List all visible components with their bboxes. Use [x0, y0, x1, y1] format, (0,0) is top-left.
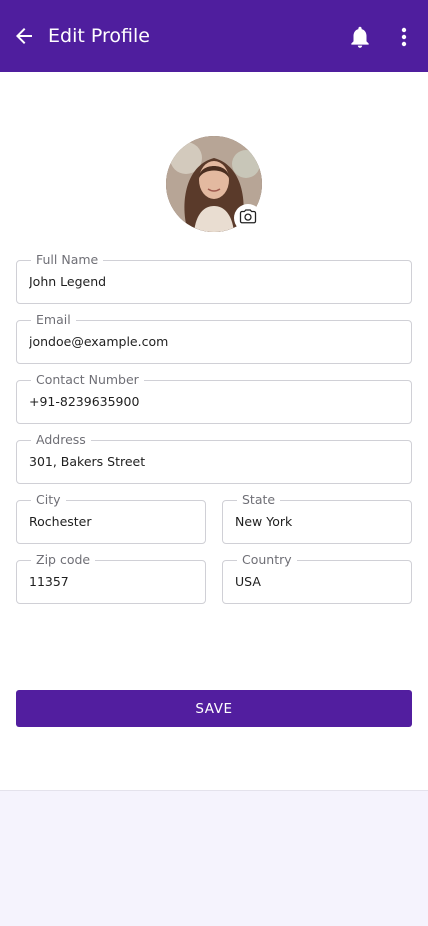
state-field[interactable]: State New York: [222, 492, 412, 544]
full-name-value[interactable]: John Legend: [29, 273, 399, 291]
email-value[interactable]: jondoe@example.com: [29, 333, 399, 351]
full-name-label: Full Name: [31, 252, 104, 268]
country-label: Country: [237, 552, 297, 568]
city-value[interactable]: Rochester: [29, 513, 193, 531]
address-value[interactable]: 301, Bakers Street: [29, 453, 399, 471]
change-photo-button[interactable]: [234, 204, 262, 232]
email-label: Email: [31, 312, 76, 328]
country-value[interactable]: USA: [235, 573, 399, 591]
camera-icon: [239, 207, 257, 229]
contact-number-value[interactable]: +91-8239635900: [29, 393, 399, 411]
profile-form-panel: Full Name John Legend Email jondoe@examp…: [0, 72, 428, 791]
zip-code-value[interactable]: 11357: [29, 573, 193, 591]
contact-number-label: Contact Number: [31, 372, 144, 388]
address-field[interactable]: Address 301, Bakers Street: [16, 432, 412, 484]
address-label: Address: [31, 432, 91, 448]
contact-number-field[interactable]: Contact Number +91-8239635900: [16, 372, 412, 424]
city-label: City: [31, 492, 66, 508]
full-name-field[interactable]: Full Name John Legend: [16, 252, 412, 304]
save-button[interactable]: SAVE: [16, 690, 412, 727]
zip-code-field[interactable]: Zip code 11357: [16, 552, 206, 604]
avatar-container: [166, 136, 262, 232]
bell-icon[interactable]: [347, 24, 373, 50]
state-label: State: [237, 492, 281, 508]
state-value[interactable]: New York: [235, 513, 399, 531]
country-field[interactable]: Country USA: [222, 552, 412, 604]
zip-code-label: Zip code: [31, 552, 96, 568]
city-field[interactable]: City Rochester: [16, 492, 206, 544]
app-bar: Edit Profile: [0, 0, 428, 72]
arrow-left-icon[interactable]: [12, 24, 36, 48]
email-field[interactable]: Email jondoe@example.com: [16, 312, 412, 364]
page-title: Edit Profile: [48, 25, 150, 47]
more-vertical-icon[interactable]: [394, 24, 414, 50]
